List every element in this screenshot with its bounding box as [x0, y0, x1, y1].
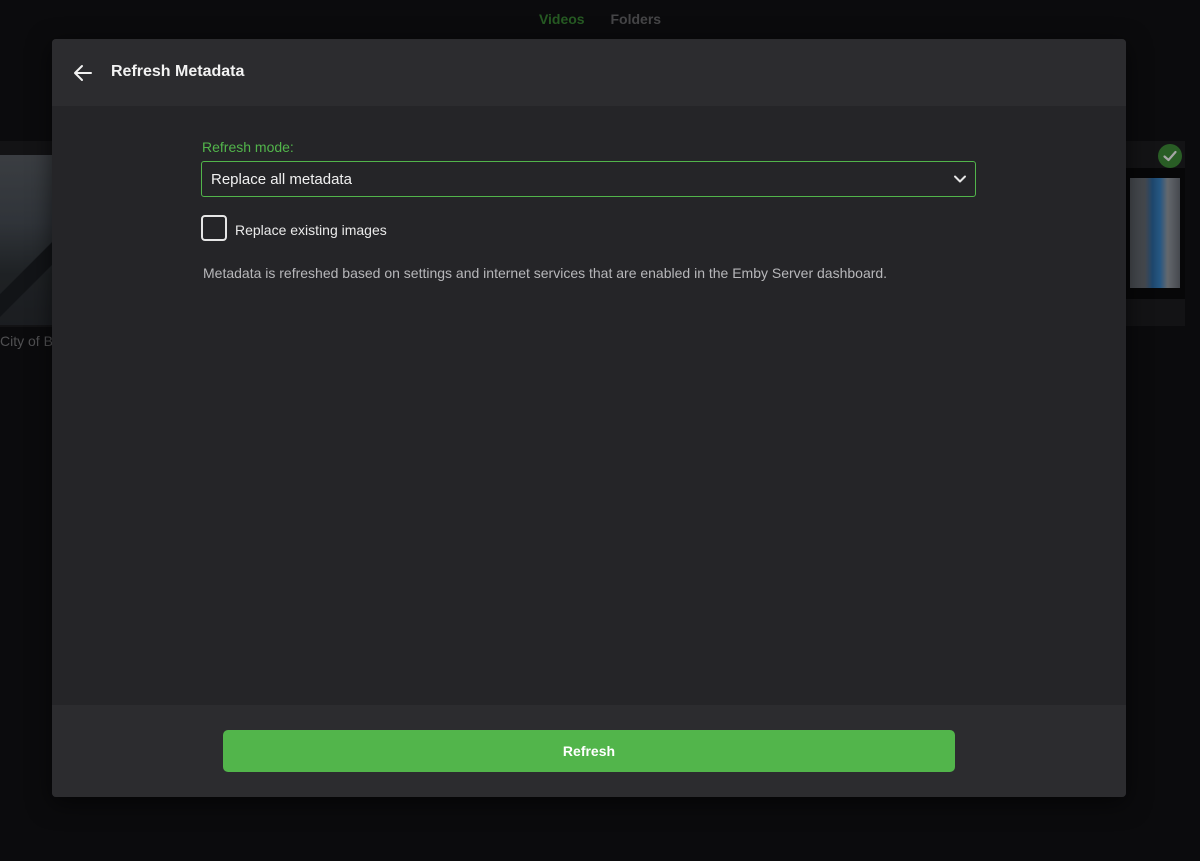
- refresh-mode-label: Refresh mode:: [202, 139, 294, 155]
- refresh-mode-value: Replace all metadata: [211, 171, 352, 188]
- page: Videos Folders City of B Refresh Metadat…: [0, 0, 1200, 861]
- refresh-mode-select[interactable]: Replace all metadata: [201, 161, 976, 197]
- refresh-metadata-dialog: Refresh Metadata Refresh mode: Replace a…: [52, 39, 1126, 797]
- replace-images-checkbox[interactable]: [201, 215, 227, 241]
- dialog-header: Refresh Metadata: [52, 39, 1126, 106]
- arrow-left-icon: [74, 65, 92, 81]
- chevron-down-icon: [954, 175, 966, 183]
- refresh-button[interactable]: Refresh: [223, 730, 955, 772]
- dialog-title: Refresh Metadata: [111, 63, 245, 80]
- dialog-footer: Refresh: [52, 705, 1126, 797]
- back-button[interactable]: [69, 59, 97, 87]
- help-text: Metadata is refreshed based on settings …: [203, 265, 888, 281]
- replace-images-label[interactable]: Replace existing images: [235, 222, 387, 238]
